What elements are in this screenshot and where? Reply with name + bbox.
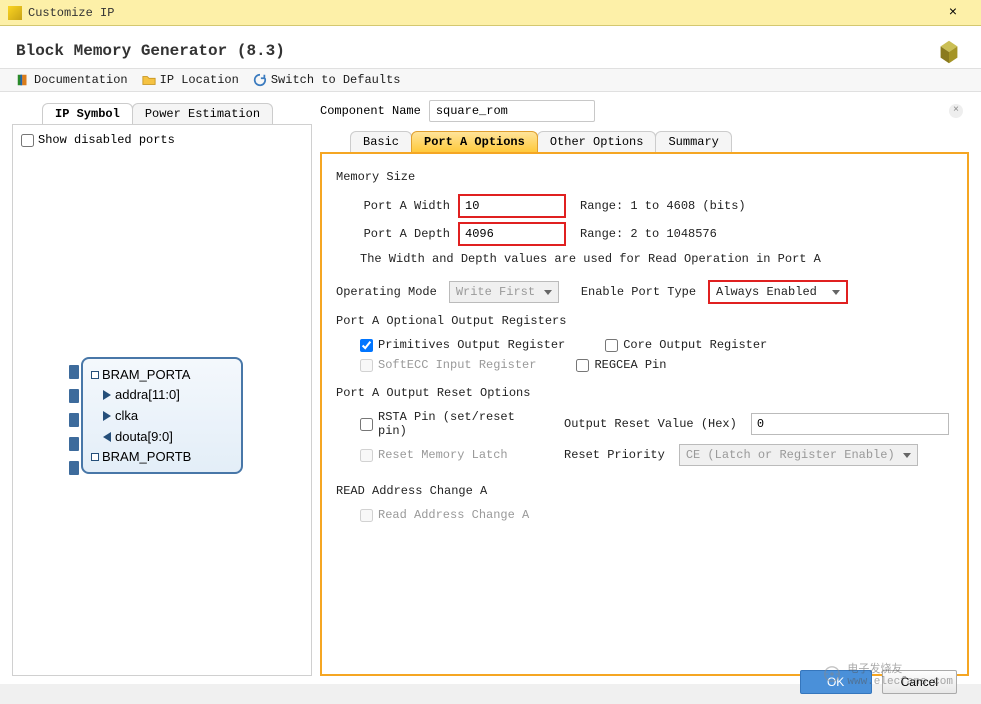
bram-portb-header: BRAM_PORTB (83, 447, 241, 466)
component-name-row: Component Name × (320, 100, 969, 122)
pin-clka: clka (83, 405, 241, 426)
port-a-depth-input[interactable] (458, 222, 566, 246)
config-tabs: Basic Port A Options Other Options Summa… (350, 128, 969, 152)
cancel-button[interactable]: Cancel (882, 670, 957, 694)
expand-icon[interactable] (91, 371, 99, 379)
width-depth-note: The Width and Depth values are used for … (360, 252, 953, 266)
output-reset-heading: Port A Output Reset Options (336, 386, 953, 400)
bus-stub-icon (69, 389, 79, 403)
reset-memory-latch-label: Reset Memory Latch (378, 448, 508, 462)
documentation-label: Documentation (34, 73, 128, 87)
tab-port-a-options[interactable]: Port A Options (411, 131, 538, 152)
close-icon[interactable]: × (933, 1, 973, 25)
bram-symbol: BRAM_PORTA addra[11:0] clka douta[9:0] B… (81, 357, 243, 474)
documentation-link[interactable]: Documentation (16, 73, 128, 87)
switch-defaults-link[interactable]: Switch to Defaults (253, 73, 401, 87)
output-reset-value-label: Output Reset Value (Hex) (564, 417, 737, 431)
bus-stub-icon (69, 437, 79, 451)
port-a-depth-label: Port A Depth (360, 227, 450, 241)
input-arrow-icon (103, 411, 111, 421)
bus-stub-icon (69, 461, 79, 475)
core-output-reg-label: Core Output Register (623, 338, 767, 352)
ip-location-label: IP Location (160, 73, 239, 87)
left-tabs: IP Symbol Power Estimation (42, 100, 312, 124)
core-output-reg-checkbox[interactable] (605, 339, 618, 352)
primitives-output-reg-checkbox[interactable] (360, 339, 373, 352)
ip-symbol-panel: Show disabled ports BRAM_PORTA addra[11:… (12, 124, 312, 676)
config-body: Memory Size Port A Width Range: 1 to 460… (320, 152, 969, 676)
tab-ip-symbol[interactable]: IP Symbol (42, 103, 133, 124)
expand-icon[interactable] (91, 453, 99, 461)
app-icon (8, 6, 22, 20)
enable-port-type-select[interactable]: Always Enabled (708, 280, 848, 304)
component-name-label: Component Name (320, 104, 421, 118)
enable-port-type-label: Enable Port Type (581, 285, 696, 299)
read-addr-change-checkbox (360, 509, 373, 522)
memory-size-heading: Memory Size (336, 170, 953, 184)
bus-stub-icon (69, 365, 79, 379)
switch-defaults-label: Switch to Defaults (271, 73, 401, 87)
window-title: Customize IP (28, 6, 933, 20)
component-name-input[interactable] (429, 100, 595, 122)
operating-mode-select: Write First (449, 281, 559, 303)
read-addr-change-heading: READ Address Change A (336, 484, 953, 498)
tab-summary[interactable]: Summary (655, 131, 731, 152)
bus-stub-icon (69, 413, 79, 427)
vendor-logo-icon (935, 38, 963, 66)
book-icon (16, 73, 30, 87)
main-area: IP Symbol Power Estimation Show disabled… (0, 92, 981, 684)
reset-priority-label: Reset Priority (564, 448, 665, 462)
reset-priority-select: CE (Latch or Register Enable) (679, 444, 918, 466)
pin-addra: addra[11:0] (83, 384, 241, 405)
reset-memory-latch-checkbox (360, 449, 373, 462)
tab-basic[interactable]: Basic (350, 131, 412, 152)
operating-mode-label: Operating Mode (336, 285, 437, 299)
clear-icon[interactable]: × (949, 104, 963, 118)
tab-power-estimation[interactable]: Power Estimation (132, 103, 273, 124)
ip-location-link[interactable]: IP Location (142, 73, 239, 87)
port-a-width-range: Range: 1 to 4608 (bits) (580, 199, 746, 213)
titlebar: Customize IP × (0, 0, 981, 26)
show-disabled-ports-label: Show disabled ports (38, 133, 175, 147)
port-a-depth-range: Range: 2 to 1048576 (580, 227, 717, 241)
output-arrow-icon (103, 432, 111, 442)
port-a-width-label: Port A Width (360, 199, 450, 213)
tab-other-options[interactable]: Other Options (537, 131, 657, 152)
port-a-width-input[interactable] (458, 194, 566, 218)
softecc-input-reg-checkbox (360, 359, 373, 372)
softecc-input-reg-label: SoftECC Input Register (378, 358, 536, 372)
regcea-pin-checkbox[interactable] (576, 359, 589, 372)
input-arrow-icon (103, 390, 111, 400)
left-column: IP Symbol Power Estimation Show disabled… (12, 100, 312, 676)
toolbar: Documentation IP Location Switch to Defa… (0, 68, 981, 92)
refresh-icon (253, 73, 267, 87)
show-disabled-ports-checkbox[interactable] (21, 134, 34, 147)
ok-button[interactable]: OK (800, 670, 872, 694)
right-column: Component Name × Basic Port A Options Ot… (320, 100, 969, 676)
output-reset-value-input[interactable] (751, 413, 949, 435)
footer-buttons: OK Cancel (800, 670, 957, 694)
header: Block Memory Generator (8.3) (0, 26, 981, 68)
rsta-pin-checkbox[interactable] (360, 418, 373, 431)
primitives-output-reg-label: Primitives Output Register (378, 338, 565, 352)
optional-output-reg-heading: Port A Optional Output Registers (336, 314, 953, 328)
bram-porta-header: BRAM_PORTA (83, 365, 241, 384)
pin-douta: douta[9:0] (83, 426, 241, 447)
page-title: Block Memory Generator (8.3) (16, 42, 965, 60)
folder-icon (142, 73, 156, 87)
regcea-pin-label: REGCEA Pin (594, 358, 666, 372)
rsta-pin-label: RSTA Pin (set/reset pin) (378, 410, 550, 438)
read-addr-change-label: Read Address Change A (378, 508, 529, 522)
